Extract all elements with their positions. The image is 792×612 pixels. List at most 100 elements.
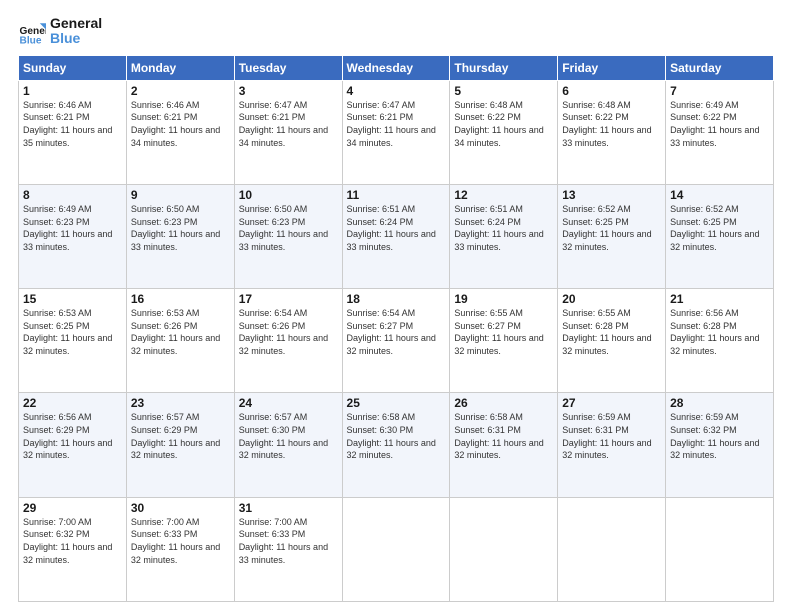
- day-number: 1: [23, 84, 122, 98]
- day-info: Sunrise: 6:47 AMSunset: 6:21 PMDaylight:…: [239, 99, 338, 149]
- calendar-day-cell: 1Sunrise: 6:46 AMSunset: 6:21 PMDaylight…: [19, 80, 127, 184]
- day-info: Sunrise: 6:54 AMSunset: 6:27 PMDaylight:…: [347, 307, 446, 357]
- day-number: 8: [23, 188, 122, 202]
- day-of-week-header: Friday: [558, 55, 666, 80]
- day-number: 19: [454, 292, 553, 306]
- day-number: 24: [239, 396, 338, 410]
- svg-text:Blue: Blue: [20, 36, 42, 46]
- calendar-day-cell: 4Sunrise: 6:47 AMSunset: 6:21 PMDaylight…: [342, 80, 450, 184]
- calendar-day-cell: 2Sunrise: 6:46 AMSunset: 6:21 PMDaylight…: [126, 80, 234, 184]
- day-number: 27: [562, 396, 661, 410]
- calendar-day-cell: 19Sunrise: 6:55 AMSunset: 6:27 PMDayligh…: [450, 289, 558, 393]
- calendar-week-row: 8Sunrise: 6:49 AMSunset: 6:23 PMDaylight…: [19, 185, 774, 289]
- day-number: 15: [23, 292, 122, 306]
- day-number: 25: [347, 396, 446, 410]
- day-info: Sunrise: 6:59 AMSunset: 6:32 PMDaylight:…: [670, 411, 769, 461]
- calendar-day-cell: [558, 497, 666, 601]
- day-number: 21: [670, 292, 769, 306]
- day-number: 23: [131, 396, 230, 410]
- calendar-day-cell: 10Sunrise: 6:50 AMSunset: 6:23 PMDayligh…: [234, 185, 342, 289]
- day-number: 26: [454, 396, 553, 410]
- calendar-day-cell: 5Sunrise: 6:48 AMSunset: 6:22 PMDaylight…: [450, 80, 558, 184]
- day-info: Sunrise: 6:54 AMSunset: 6:26 PMDaylight:…: [239, 307, 338, 357]
- calendar-day-cell: 28Sunrise: 6:59 AMSunset: 6:32 PMDayligh…: [666, 393, 774, 497]
- day-number: 29: [23, 501, 122, 515]
- day-info: Sunrise: 6:53 AMSunset: 6:25 PMDaylight:…: [23, 307, 122, 357]
- calendar-week-row: 22Sunrise: 6:56 AMSunset: 6:29 PMDayligh…: [19, 393, 774, 497]
- day-of-week-header: Monday: [126, 55, 234, 80]
- calendar-day-cell: 31Sunrise: 7:00 AMSunset: 6:33 PMDayligh…: [234, 497, 342, 601]
- day-number: 16: [131, 292, 230, 306]
- calendar-day-cell: 22Sunrise: 6:56 AMSunset: 6:29 PMDayligh…: [19, 393, 127, 497]
- calendar-day-cell: 25Sunrise: 6:58 AMSunset: 6:30 PMDayligh…: [342, 393, 450, 497]
- calendar-day-cell: 16Sunrise: 6:53 AMSunset: 6:26 PMDayligh…: [126, 289, 234, 393]
- day-info: Sunrise: 6:46 AMSunset: 6:21 PMDaylight:…: [131, 99, 230, 149]
- day-info: Sunrise: 6:48 AMSunset: 6:22 PMDaylight:…: [562, 99, 661, 149]
- calendar-day-cell: 6Sunrise: 6:48 AMSunset: 6:22 PMDaylight…: [558, 80, 666, 184]
- day-info: Sunrise: 6:49 AMSunset: 6:22 PMDaylight:…: [670, 99, 769, 149]
- logo: General Blue General Blue: [18, 16, 102, 47]
- day-of-week-header: Sunday: [19, 55, 127, 80]
- day-number: 2: [131, 84, 230, 98]
- day-info: Sunrise: 6:50 AMSunset: 6:23 PMDaylight:…: [131, 203, 230, 253]
- day-info: Sunrise: 6:53 AMSunset: 6:26 PMDaylight:…: [131, 307, 230, 357]
- calendar-day-cell: [342, 497, 450, 601]
- calendar-week-row: 29Sunrise: 7:00 AMSunset: 6:32 PMDayligh…: [19, 497, 774, 601]
- calendar-day-cell: 12Sunrise: 6:51 AMSunset: 6:24 PMDayligh…: [450, 185, 558, 289]
- day-number: 5: [454, 84, 553, 98]
- day-of-week-header: Wednesday: [342, 55, 450, 80]
- day-info: Sunrise: 6:49 AMSunset: 6:23 PMDaylight:…: [23, 203, 122, 253]
- calendar-day-cell: 29Sunrise: 7:00 AMSunset: 6:32 PMDayligh…: [19, 497, 127, 601]
- day-info: Sunrise: 6:57 AMSunset: 6:29 PMDaylight:…: [131, 411, 230, 461]
- day-number: 22: [23, 396, 122, 410]
- day-info: Sunrise: 6:52 AMSunset: 6:25 PMDaylight:…: [562, 203, 661, 253]
- day-number: 11: [347, 188, 446, 202]
- day-number: 12: [454, 188, 553, 202]
- day-of-week-header: Thursday: [450, 55, 558, 80]
- calendar-day-cell: 27Sunrise: 6:59 AMSunset: 6:31 PMDayligh…: [558, 393, 666, 497]
- day-number: 30: [131, 501, 230, 515]
- day-info: Sunrise: 6:58 AMSunset: 6:30 PMDaylight:…: [347, 411, 446, 461]
- day-info: Sunrise: 6:57 AMSunset: 6:30 PMDaylight:…: [239, 411, 338, 461]
- day-number: 6: [562, 84, 661, 98]
- day-number: 18: [347, 292, 446, 306]
- day-number: 7: [670, 84, 769, 98]
- day-number: 3: [239, 84, 338, 98]
- day-of-week-header: Saturday: [666, 55, 774, 80]
- calendar-day-cell: 20Sunrise: 6:55 AMSunset: 6:28 PMDayligh…: [558, 289, 666, 393]
- logo-line1: General: [50, 16, 102, 31]
- day-info: Sunrise: 6:55 AMSunset: 6:28 PMDaylight:…: [562, 307, 661, 357]
- calendar-day-cell: 11Sunrise: 6:51 AMSunset: 6:24 PMDayligh…: [342, 185, 450, 289]
- day-info: Sunrise: 7:00 AMSunset: 6:33 PMDaylight:…: [239, 516, 338, 566]
- calendar-day-cell: 8Sunrise: 6:49 AMSunset: 6:23 PMDaylight…: [19, 185, 127, 289]
- calendar-week-row: 15Sunrise: 6:53 AMSunset: 6:25 PMDayligh…: [19, 289, 774, 393]
- day-info: Sunrise: 6:51 AMSunset: 6:24 PMDaylight:…: [347, 203, 446, 253]
- calendar-table: SundayMondayTuesdayWednesdayThursdayFrid…: [18, 55, 774, 602]
- calendar-day-cell: 26Sunrise: 6:58 AMSunset: 6:31 PMDayligh…: [450, 393, 558, 497]
- day-number: 20: [562, 292, 661, 306]
- day-info: Sunrise: 6:50 AMSunset: 6:23 PMDaylight:…: [239, 203, 338, 253]
- day-info: Sunrise: 6:55 AMSunset: 6:27 PMDaylight:…: [454, 307, 553, 357]
- day-info: Sunrise: 6:56 AMSunset: 6:29 PMDaylight:…: [23, 411, 122, 461]
- calendar-day-cell: 24Sunrise: 6:57 AMSunset: 6:30 PMDayligh…: [234, 393, 342, 497]
- calendar-day-cell: 18Sunrise: 6:54 AMSunset: 6:27 PMDayligh…: [342, 289, 450, 393]
- day-info: Sunrise: 6:58 AMSunset: 6:31 PMDaylight:…: [454, 411, 553, 461]
- day-number: 13: [562, 188, 661, 202]
- day-number: 28: [670, 396, 769, 410]
- calendar-day-cell: [450, 497, 558, 601]
- calendar-day-cell: 15Sunrise: 6:53 AMSunset: 6:25 PMDayligh…: [19, 289, 127, 393]
- calendar-day-cell: 17Sunrise: 6:54 AMSunset: 6:26 PMDayligh…: [234, 289, 342, 393]
- calendar-header-row: SundayMondayTuesdayWednesdayThursdayFrid…: [19, 55, 774, 80]
- logo-line2: Blue: [50, 31, 102, 46]
- calendar-day-cell: 3Sunrise: 6:47 AMSunset: 6:21 PMDaylight…: [234, 80, 342, 184]
- day-info: Sunrise: 6:51 AMSunset: 6:24 PMDaylight:…: [454, 203, 553, 253]
- calendar-day-cell: 13Sunrise: 6:52 AMSunset: 6:25 PMDayligh…: [558, 185, 666, 289]
- day-info: Sunrise: 7:00 AMSunset: 6:32 PMDaylight:…: [23, 516, 122, 566]
- logo-icon: General Blue: [18, 17, 46, 45]
- calendar-day-cell: 21Sunrise: 6:56 AMSunset: 6:28 PMDayligh…: [666, 289, 774, 393]
- calendar-day-cell: 30Sunrise: 7:00 AMSunset: 6:33 PMDayligh…: [126, 497, 234, 601]
- day-info: Sunrise: 6:59 AMSunset: 6:31 PMDaylight:…: [562, 411, 661, 461]
- day-number: 9: [131, 188, 230, 202]
- day-info: Sunrise: 6:47 AMSunset: 6:21 PMDaylight:…: [347, 99, 446, 149]
- calendar-day-cell: [666, 497, 774, 601]
